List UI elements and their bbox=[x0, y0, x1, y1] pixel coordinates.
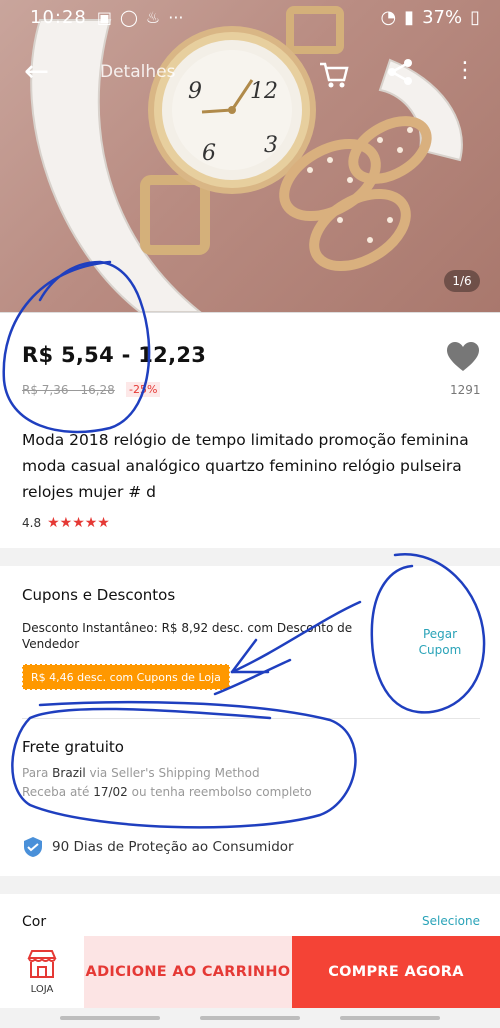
shipping-delivery-date: Receba até 17/02 ou tenha reembolso comp… bbox=[22, 785, 312, 799]
battery-icon: ▯ bbox=[470, 6, 480, 28]
color-label: Cor bbox=[22, 914, 47, 930]
battery-level: 37% bbox=[422, 6, 463, 28]
original-price: R$ 7,36 - 16,28 bbox=[22, 383, 115, 397]
product-image-gallery[interactable]: 12 6 3 9 bbox=[0, 0, 500, 312]
shield-icon bbox=[24, 837, 42, 857]
bottom-action-bar: LOJA ADICIONE AO CARRINHO COMPRE AGORA bbox=[0, 936, 500, 1008]
divider bbox=[22, 718, 480, 719]
app-notification-icon: ♨ bbox=[145, 7, 161, 27]
status-time: 10:28 bbox=[30, 6, 87, 28]
cart-icon[interactable] bbox=[316, 56, 352, 92]
buyer-protection[interactable]: 90 Dias de Proteção ao Consumidor bbox=[22, 836, 294, 858]
back-arrow-icon[interactable]: ← bbox=[24, 56, 56, 88]
rating-value: 4.8 bbox=[22, 516, 42, 530]
svg-text:6: 6 bbox=[202, 141, 216, 166]
svg-text:3: 3 bbox=[264, 133, 278, 158]
image-notification-icon: ▣ bbox=[96, 7, 112, 27]
select-color-link[interactable]: Selecione bbox=[422, 914, 480, 928]
whatsapp-icon: ◯ bbox=[120, 7, 138, 27]
product-title: Moda 2018 relógio de tempo limitado prom… bbox=[22, 431, 469, 501]
get-coupon-link[interactable]: Pegar Cupom bbox=[404, 626, 476, 658]
buy-now-button[interactable]: COMPRE AGORA bbox=[292, 936, 500, 1008]
product-image: 12 6 3 9 bbox=[30, 6, 463, 312]
app-bar: ← Detalhes ⋮ bbox=[0, 50, 500, 96]
coupons-shipping-card: Cupons e Descontos Desconto Instantâneo:… bbox=[0, 566, 500, 876]
instant-discount-text: Desconto Instantâneo: R$ 8,92 desc. com … bbox=[22, 621, 353, 651]
heart-icon[interactable] bbox=[446, 341, 480, 373]
current-price: R$ 5,54 - 12,23 bbox=[22, 343, 207, 367]
system-nav-bar bbox=[0, 1008, 500, 1028]
nav-handle bbox=[200, 1016, 300, 1020]
rating-stars: ★★★★★ bbox=[47, 515, 110, 531]
signal-icon: ▮ bbox=[404, 6, 415, 28]
discount-badge: -25% bbox=[126, 382, 161, 397]
share-icon[interactable] bbox=[384, 56, 416, 88]
product-detail-page: 12 6 3 9 10:28 ▣ ◯ ♨ ··· ◔ ▮ 37% ▯ ← Det… bbox=[0, 0, 500, 1028]
store-button[interactable]: LOJA bbox=[0, 936, 84, 1008]
product-rating: 4.8 ★★★★★ bbox=[22, 515, 110, 531]
more-options-icon[interactable]: ⋮ bbox=[454, 56, 476, 88]
shipping-destination: Para Brazil via Seller's Shipping Method bbox=[22, 766, 260, 780]
more-notifications-icon: ··· bbox=[168, 7, 184, 27]
price-card: R$ 5,54 - 12,23 R$ 7,36 - 16,28 -25% 129… bbox=[0, 312, 500, 548]
store-coupon-tag[interactable]: R$ 4,46 desc. com Cupons de Loja bbox=[22, 664, 230, 690]
store-label: LOJA bbox=[30, 984, 54, 995]
page-title: Detalhes bbox=[100, 62, 176, 82]
nav-handle bbox=[60, 1016, 160, 1020]
store-icon bbox=[27, 950, 57, 978]
status-bar: 10:28 ▣ ◯ ♨ ··· ◔ ▮ 37% ▯ bbox=[0, 0, 500, 34]
add-to-cart-button[interactable]: ADICIONE AO CARRINHO bbox=[84, 936, 292, 1008]
buyer-protection-text: 90 Dias de Proteção ao Consumidor bbox=[52, 839, 294, 855]
coupons-section-title: Cupons e Descontos bbox=[22, 586, 176, 604]
wishlist-count: 1291 bbox=[450, 383, 481, 397]
shipping-title: Frete gratuito bbox=[22, 738, 124, 756]
nav-handle bbox=[340, 1016, 440, 1020]
wifi-icon: ◔ bbox=[380, 6, 397, 28]
gallery-counter: 1/6 bbox=[444, 270, 480, 292]
